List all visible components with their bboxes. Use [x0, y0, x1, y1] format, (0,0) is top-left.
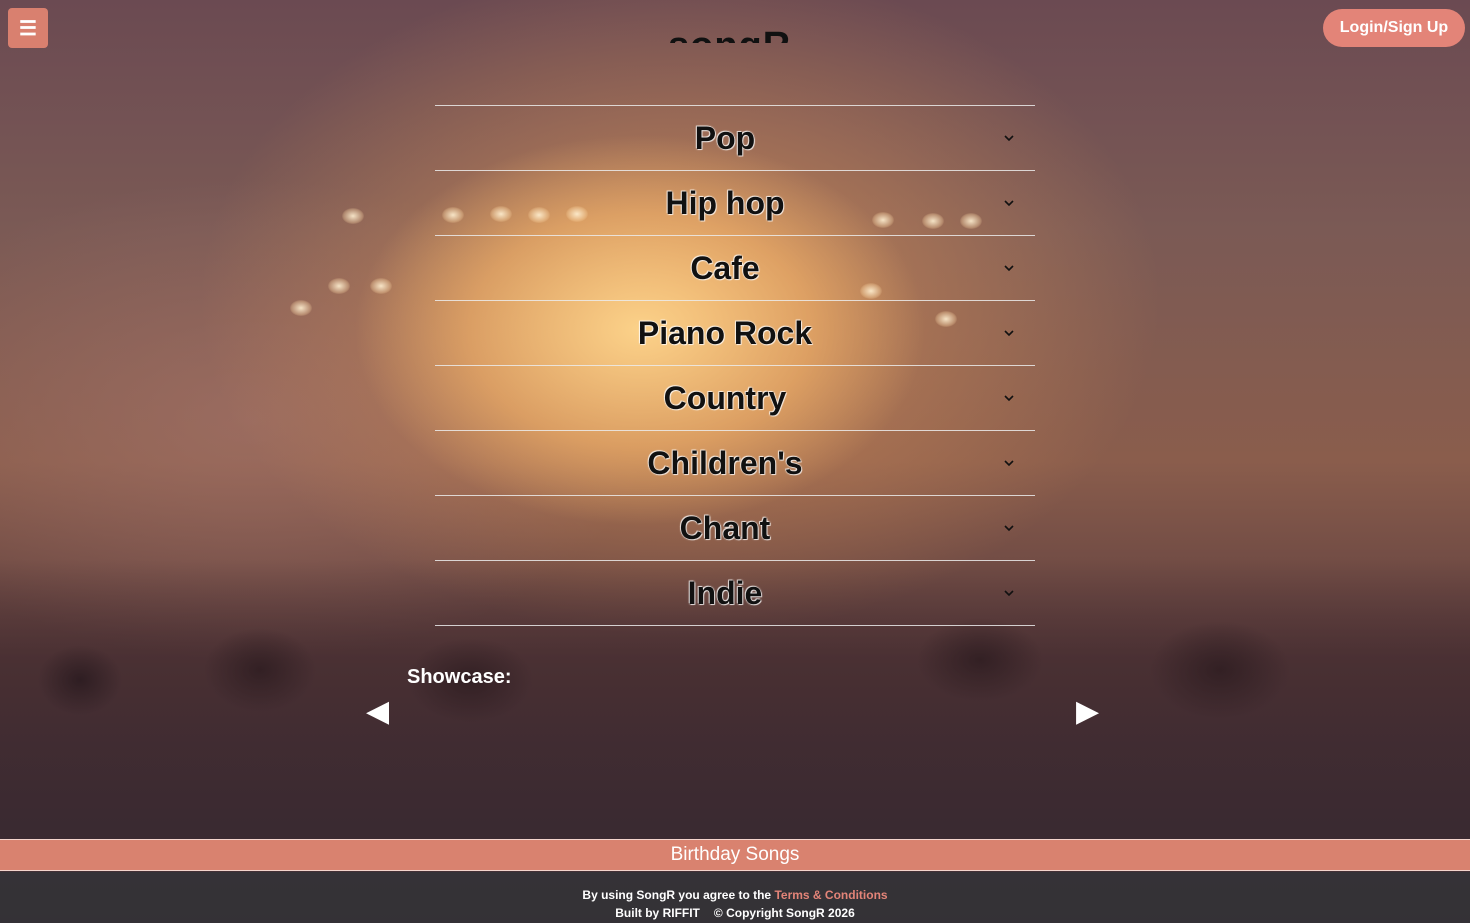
chevron-down-icon — [1004, 330, 1014, 337]
footer-terms-line: By using SongR you agree to the Terms & … — [0, 888, 1470, 902]
genre-item-piano-rock[interactable]: Piano Rock — [435, 301, 1035, 366]
footer-agree-text: By using SongR you agree to the — [582, 888, 772, 902]
chevron-down-icon — [1004, 265, 1014, 272]
showcase-heading: Showcase: — [407, 666, 512, 688]
genre-item-indie[interactable]: Indie — [435, 561, 1035, 626]
login-signup-button[interactable]: Login/Sign Up — [1323, 9, 1465, 47]
genre-label: Piano Rock — [637, 314, 813, 351]
footer-copyright: © Copyright SongR 2026 — [713, 906, 855, 920]
footer: By using SongR you agree to the Terms & … — [0, 872, 1470, 923]
genre-item-chant[interactable]: Chant — [435, 496, 1035, 561]
genre-item-hip-hop[interactable]: Hip hop — [435, 171, 1035, 236]
showcase-prev-arrow-icon[interactable]: ◀ — [366, 692, 389, 732]
hamburger-menu-button[interactable]: ☰ — [8, 8, 48, 48]
genre-item-country[interactable]: Country — [435, 366, 1035, 431]
birthday-songs-label: Birthday Songs — [670, 844, 800, 865]
genre-label: Cafe — [690, 249, 760, 286]
birthday-songs-bar[interactable]: Birthday Songs — [0, 839, 1470, 871]
logo[interactable]: songR — [668, 25, 808, 43]
genre-label: Children's — [647, 444, 803, 481]
footer-built-by: Built by RIFFIT — [615, 906, 700, 920]
chevron-down-icon — [1004, 200, 1014, 207]
genre-label: Hip hop — [665, 184, 785, 221]
chevron-down-icon — [1004, 525, 1014, 532]
genre-item-childrens[interactable]: Children's — [435, 431, 1035, 496]
footer-credits-line: Built by RIFFIT © Copyright SongR 2026 — [0, 906, 1470, 920]
terms-conditions-link[interactable]: Terms & Conditions — [774, 888, 887, 902]
chevron-down-icon — [1004, 395, 1014, 402]
genre-label: Country — [663, 379, 787, 416]
genre-item-cafe[interactable]: Cafe — [435, 236, 1035, 301]
showcase-next-arrow-icon[interactable]: ▶ — [1076, 692, 1099, 732]
genre-label: Pop — [694, 119, 756, 156]
chevron-down-icon — [1004, 460, 1014, 467]
genre-list: Pop Hip hop Cafe Piano Rock Country Chil… — [435, 105, 1035, 626]
genre-label: Indie — [687, 574, 763, 611]
chevron-down-icon — [1004, 590, 1014, 597]
menu-icon: ☰ — [19, 17, 37, 40]
logo-text: songR — [668, 25, 808, 43]
chevron-down-icon — [1004, 135, 1014, 142]
genre-label: Chant — [679, 509, 771, 546]
genre-item-pop[interactable]: Pop — [435, 106, 1035, 171]
